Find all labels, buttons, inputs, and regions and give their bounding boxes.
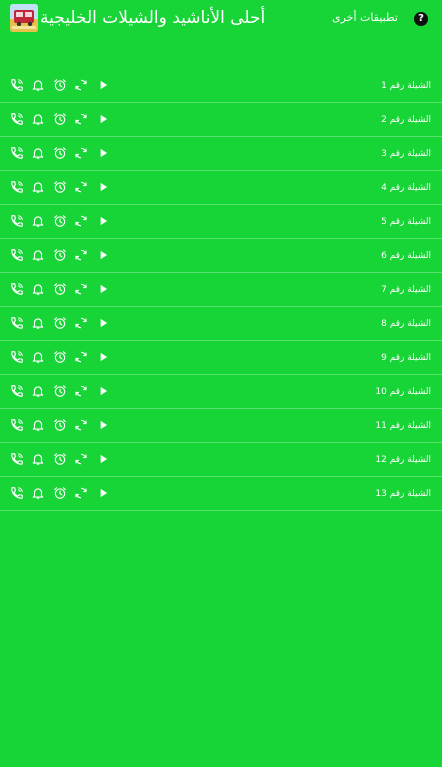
repeat-icon[interactable] <box>74 248 88 262</box>
track-row[interactable]: الشيلة رقم 12 <box>0 443 442 477</box>
track-label: الشيلة رقم 12 <box>375 455 431 465</box>
bell-icon[interactable] <box>31 146 45 160</box>
alarm-clock-icon[interactable] <box>53 452 67 466</box>
repeat-icon[interactable] <box>74 112 88 126</box>
track-label: الشيلة رقم 1 <box>381 81 431 91</box>
play-icon[interactable] <box>96 384 110 398</box>
track-row[interactable]: الشيلة رقم 5 <box>0 205 442 239</box>
other-apps-link[interactable]: تطبيقات أخرى <box>332 11 398 25</box>
track-label: الشيلة رقم 6 <box>381 251 431 261</box>
track-list: الشيلة رقم 1 الشيلة رقم 2 الشيلة رقم 3 الشي… <box>0 69 442 511</box>
app-logo-icon <box>10 4 38 32</box>
repeat-icon[interactable] <box>74 452 88 466</box>
track-row[interactable]: الشيلة رقم 4 <box>0 171 442 205</box>
repeat-icon[interactable] <box>74 146 88 160</box>
bell-icon[interactable] <box>31 384 45 398</box>
track-row[interactable]: الشيلة رقم 6 <box>0 239 442 273</box>
phone-ring-icon[interactable] <box>10 146 24 160</box>
track-row[interactable]: الشيلة رقم 7 <box>0 273 442 307</box>
play-icon[interactable] <box>96 180 110 194</box>
track-row[interactable]: الشيلة رقم 10 <box>0 375 442 409</box>
repeat-icon[interactable] <box>74 350 88 364</box>
bell-icon[interactable] <box>31 452 45 466</box>
play-icon[interactable] <box>96 418 110 432</box>
track-label: الشيلة رقم 3 <box>381 149 431 159</box>
alarm-clock-icon[interactable] <box>53 418 67 432</box>
phone-ring-icon[interactable] <box>10 384 24 398</box>
bell-icon[interactable] <box>31 350 45 364</box>
alarm-clock-icon[interactable] <box>53 384 67 398</box>
alarm-clock-icon[interactable] <box>53 78 67 92</box>
repeat-icon[interactable] <box>74 316 88 330</box>
track-row[interactable]: الشيلة رقم 3 <box>0 137 442 171</box>
phone-ring-icon[interactable] <box>10 486 24 500</box>
track-label: الشيلة رقم 9 <box>381 353 431 363</box>
alarm-clock-icon[interactable] <box>53 282 67 296</box>
track-label: الشيلة رقم 10 <box>375 387 431 397</box>
play-icon[interactable] <box>96 214 110 228</box>
phone-ring-icon[interactable] <box>10 418 24 432</box>
alarm-clock-icon[interactable] <box>53 350 67 364</box>
play-icon[interactable] <box>96 146 110 160</box>
phone-ring-icon[interactable] <box>10 180 24 194</box>
bell-icon[interactable] <box>31 112 45 126</box>
alarm-clock-icon[interactable] <box>53 180 67 194</box>
repeat-icon[interactable] <box>74 214 88 228</box>
alarm-clock-icon[interactable] <box>53 214 67 228</box>
track-row[interactable]: الشيلة رقم 2 <box>0 103 442 137</box>
track-row[interactable]: الشيلة رقم 1 <box>0 69 442 103</box>
play-icon[interactable] <box>96 112 110 126</box>
alarm-clock-icon[interactable] <box>53 248 67 262</box>
phone-ring-icon[interactable] <box>10 350 24 364</box>
repeat-icon[interactable] <box>74 384 88 398</box>
bell-icon[interactable] <box>31 486 45 500</box>
track-row[interactable]: الشيلة رقم 8 <box>0 307 442 341</box>
phone-ring-icon[interactable] <box>10 282 24 296</box>
track-label: الشيلة رقم 2 <box>381 115 431 125</box>
track-label: الشيلة رقم 8 <box>381 319 431 329</box>
phone-ring-icon[interactable] <box>10 112 24 126</box>
bell-icon[interactable] <box>31 214 45 228</box>
track-row[interactable]: الشيلة رقم 9 <box>0 341 442 375</box>
phone-ring-icon[interactable] <box>10 78 24 92</box>
app-bar: أحلى الأناشيد والشيلات الخليجية تطبيقات … <box>0 0 442 42</box>
bell-icon[interactable] <box>31 418 45 432</box>
play-icon[interactable] <box>96 78 110 92</box>
play-icon[interactable] <box>96 282 110 296</box>
play-icon[interactable] <box>96 316 110 330</box>
track-row[interactable]: الشيلة رقم 13 <box>0 477 442 511</box>
bell-icon[interactable] <box>31 316 45 330</box>
phone-ring-icon[interactable] <box>10 316 24 330</box>
track-label: الشيلة رقم 11 <box>375 421 431 431</box>
track-label: الشيلة رقم 4 <box>381 183 431 193</box>
track-label: الشيلة رقم 5 <box>381 217 431 227</box>
bell-icon[interactable] <box>31 282 45 296</box>
repeat-icon[interactable] <box>74 180 88 194</box>
phone-ring-icon[interactable] <box>10 214 24 228</box>
track-label: الشيلة رقم 13 <box>375 489 431 499</box>
play-icon[interactable] <box>96 248 110 262</box>
alarm-clock-icon[interactable] <box>53 146 67 160</box>
play-icon[interactable] <box>96 486 110 500</box>
repeat-icon[interactable] <box>74 418 88 432</box>
repeat-icon[interactable] <box>74 486 88 500</box>
play-icon[interactable] <box>96 350 110 364</box>
track-label: الشيلة رقم 7 <box>381 285 431 295</box>
bell-icon[interactable] <box>31 78 45 92</box>
bell-icon[interactable] <box>31 248 45 262</box>
alarm-clock-icon[interactable] <box>53 112 67 126</box>
play-icon[interactable] <box>96 452 110 466</box>
track-row[interactable]: الشيلة رقم 11 <box>0 409 442 443</box>
bell-icon[interactable] <box>31 180 45 194</box>
app-title: أحلى الأناشيد والشيلات الخليجية <box>40 8 266 28</box>
repeat-icon[interactable] <box>74 78 88 92</box>
phone-ring-icon[interactable] <box>10 452 24 466</box>
phone-ring-icon[interactable] <box>10 248 24 262</box>
alarm-clock-icon[interactable] <box>53 316 67 330</box>
alarm-clock-icon[interactable] <box>53 486 67 500</box>
help-icon[interactable]: ? <box>414 12 428 26</box>
repeat-icon[interactable] <box>74 282 88 296</box>
